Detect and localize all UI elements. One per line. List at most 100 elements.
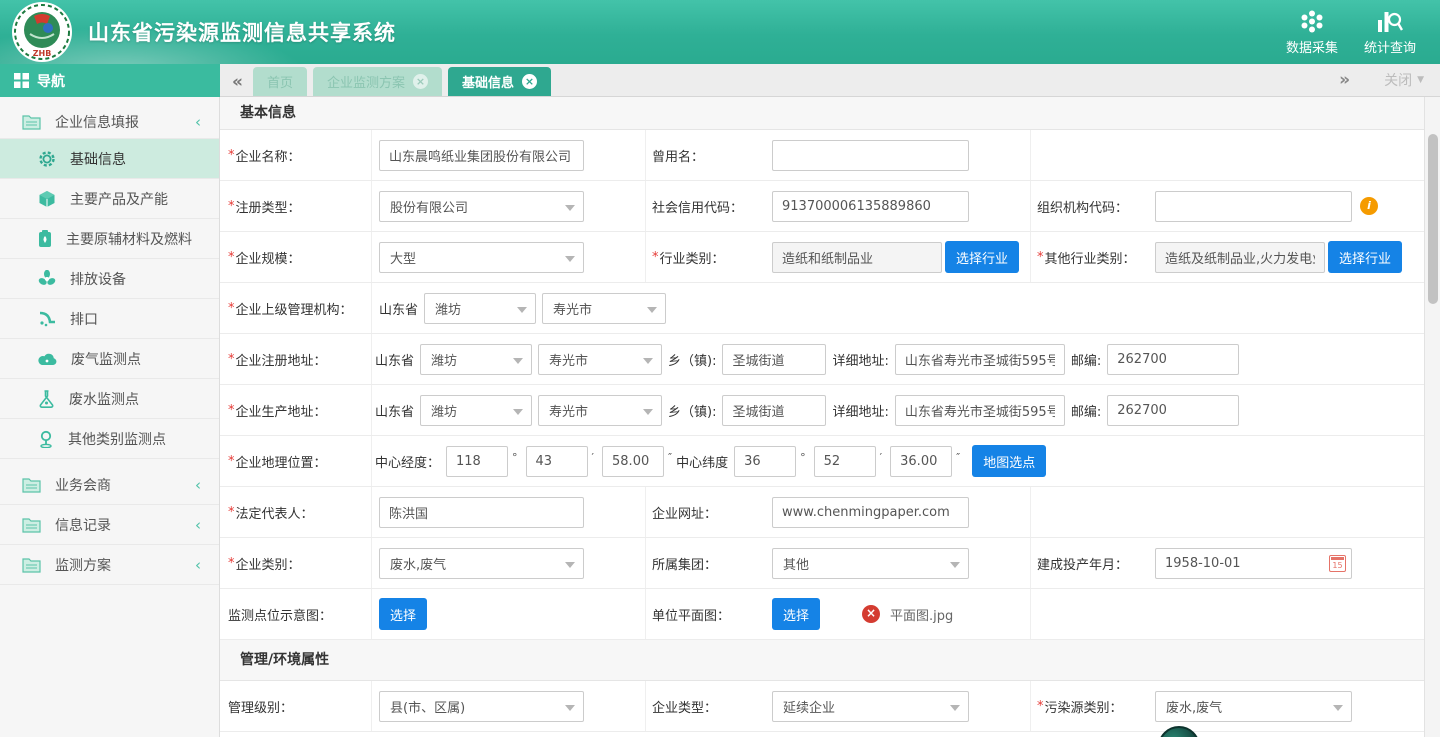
register-type-select[interactable]: 股份有限公司 [379,191,584,222]
production-address-label: *企业生产地址： [220,385,371,435]
credit-code-input[interactable] [772,191,969,222]
folder-icon [22,477,41,493]
org-code-label: 组织机构代码： [1030,181,1145,231]
scrollbar-track[interactable] [1424,97,1440,737]
form-row-register-address: *企业注册地址： 山东省 潍坊 寿光市 乡（镇): 详细地址: 邮编: [220,334,1424,385]
form-row-company-name: *企业名称： 曾用名： [220,130,1424,181]
other-industry-input[interactable] [1155,242,1325,273]
nav-toggle[interactable]: 导航 [0,64,220,97]
parent-org-county-select[interactable]: 寿光市 [542,293,666,324]
latitude-sec-input[interactable] [890,446,952,477]
sidebar-group-monitor-plan[interactable]: 监测方案 ‹ [0,545,219,585]
pollution-category-select[interactable]: 废水,废气 [1155,691,1352,722]
company-scale-label: *企业规模： [220,232,371,282]
longitude-min-input[interactable] [526,446,588,477]
calendar-icon[interactable]: 15 [1329,555,1346,572]
map-pin-icon [38,430,54,448]
plan-image-filename: 平面图.jpg [890,605,953,624]
sidebar-item-label: 废气监测点 [71,349,141,369]
sidebar-item-materials[interactable]: 主要原辅材料及燃料 [0,219,219,259]
gear-icon [38,150,56,168]
tabs-scroll-right-icon[interactable]: » [1339,70,1350,90]
monitor-sketch-select-button[interactable]: 选择 [379,598,427,630]
sidebar-item-basic-info[interactable]: 基础信息 [0,139,219,179]
data-collect-label: 数据采集 [1286,37,1338,56]
company-category-select[interactable]: 废水,废气 [379,548,584,579]
province-label: 山东省 [375,401,414,420]
dropdown-arrow-icon [647,307,657,313]
fan-icon [38,270,56,288]
folder-icon [22,557,41,573]
register-city-select[interactable]: 潍坊 [420,344,532,375]
close-menu-button[interactable]: 关闭 ▼ [1384,70,1424,90]
mgmt-level-select[interactable]: 县(市、区属) [379,691,584,722]
latitude-min-input[interactable] [814,446,876,477]
form-row-company-scale: *企业规模： 大型 *行业类别： 选择行业 *其他行业类别： 选择行业 [220,232,1424,283]
tabs-scroll-left-icon[interactable]: « [220,72,253,96]
sidebar-group-info-record[interactable]: 信息记录 ‹ [0,505,219,545]
production-date-input[interactable] [1155,548,1352,579]
select-other-industry-button[interactable]: 选择行业 [1328,241,1402,273]
industry-input[interactable] [772,242,942,273]
stats-query-action[interactable]: 统计查询 [1364,9,1416,56]
map-pick-button[interactable]: 地图选点 [972,445,1046,477]
company-category-label: *企业类别： [220,538,371,588]
register-zip-input[interactable] [1107,344,1239,375]
sidebar-group-enterprise-info[interactable]: 企业信息填报 ‹ [0,106,219,139]
dropdown-arrow-icon [565,705,575,711]
sidebar-group-business-consult[interactable]: 业务会商 ‹ [0,465,219,505]
former-name-input[interactable] [772,140,969,171]
sidebar-item-emission-equipment[interactable]: 排放设备 [0,259,219,299]
province-label: 山东省 [379,299,418,318]
company-name-input[interactable] [379,140,584,171]
latitude-deg-input[interactable] [734,446,796,477]
longitude-deg-input[interactable] [446,446,508,477]
production-county-select[interactable]: 寿光市 [538,395,662,426]
select-industry-button[interactable]: 选择行业 [945,241,1019,273]
dropdown-arrow-icon [1333,705,1343,711]
enterprise-type-select[interactable]: 延续企业 [772,691,969,722]
zip-label: 邮编: [1071,401,1101,420]
production-city-select[interactable]: 潍坊 [420,395,532,426]
stats-search-icon [1376,9,1403,34]
sidebar-item-products[interactable]: 主要产品及产能 [0,179,219,219]
caret-down-icon: ▼ [1417,75,1424,85]
website-input[interactable] [772,497,969,528]
info-icon[interactable]: i [1360,197,1378,215]
parent-org-label: *企业上级管理机构： [220,283,371,333]
pollution-category-label: *污染源类别： [1030,681,1145,731]
longitude-sec-input[interactable] [602,446,664,477]
close-tab-icon[interactable]: × [522,74,537,89]
sidebar-item-outlet[interactable]: 排口 [0,299,219,339]
close-tab-icon[interactable]: × [413,74,428,89]
tab-enterprise-plan[interactable]: 企业监测方案 × [313,67,442,96]
production-zip-input[interactable] [1107,395,1239,426]
org-code-input[interactable] [1155,191,1352,222]
other-industry-label: *其他行业类别： [1030,232,1145,282]
sidebar-item-gas-monitor[interactable]: 废气监测点 [0,339,219,379]
company-name-label: *企业名称： [220,130,371,180]
tab-home[interactable]: 首页 [253,67,307,96]
register-detail-input[interactable] [895,344,1065,375]
production-town-input[interactable] [722,395,826,426]
chevron-left-icon: ‹ [195,476,201,494]
delete-file-icon[interactable]: × [862,605,880,623]
form-row-legal-person: *法定代表人： 企业网址： [220,487,1424,538]
data-collect-action[interactable]: 数据采集 [1286,9,1338,56]
company-scale-select[interactable]: 大型 [379,242,584,273]
production-detail-input[interactable] [895,395,1065,426]
group-select[interactable]: 其他 [772,548,969,579]
parent-org-city-select[interactable]: 潍坊 [424,293,536,324]
sidebar-item-other-monitor[interactable]: 其他类别监测点 [0,419,219,459]
second-symbol: ″ [956,451,960,464]
dropdown-arrow-icon [513,409,523,415]
tab-basic-info[interactable]: 基础信息 × [448,67,551,96]
register-town-input[interactable] [722,344,826,375]
legal-person-input[interactable] [379,497,584,528]
plan-image-select-button[interactable]: 选择 [772,598,820,630]
app-logo: ZHB [10,0,74,64]
register-county-select[interactable]: 寿光市 [538,344,662,375]
sidebar-item-water-monitor[interactable]: 废水监测点 [0,379,219,419]
scrollbar-thumb[interactable] [1428,134,1438,304]
svg-text:ZHB: ZHB [33,49,52,58]
